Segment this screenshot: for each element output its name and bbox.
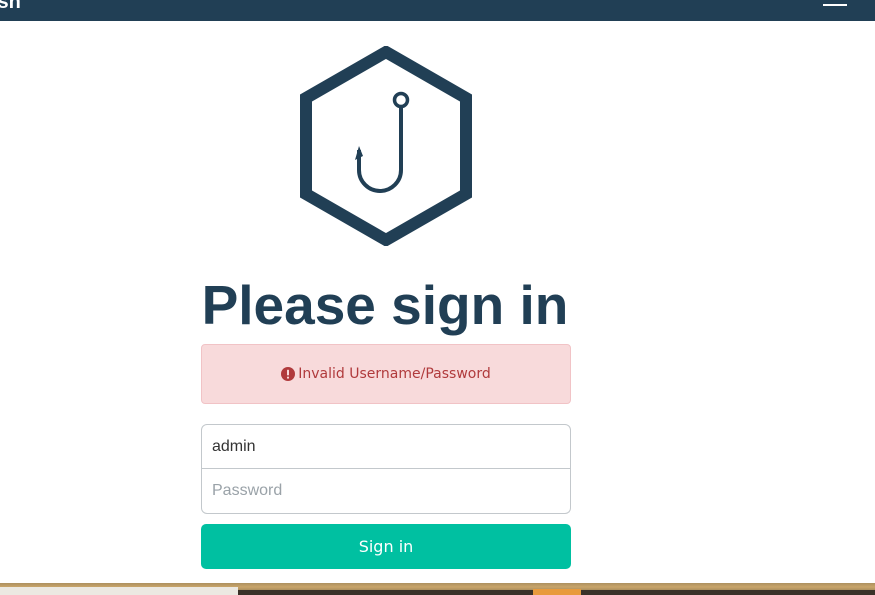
top-navbar: ish (0, 0, 875, 21)
background-strip (0, 583, 875, 595)
error-alert: Invalid Username/Password (201, 344, 571, 404)
error-message: Invalid Username/Password (298, 366, 491, 382)
page-title: Please sign in (201, 274, 569, 336)
hook-hexagon-logo (300, 46, 472, 246)
username-input[interactable] (201, 424, 571, 469)
login-form (201, 424, 571, 514)
navbar-brand[interactable]: ish (0, 0, 21, 14)
exclamation-circle-icon (281, 367, 296, 381)
password-input[interactable] (201, 469, 571, 514)
sign-in-button[interactable]: Sign in (201, 524, 571, 569)
hamburger-icon[interactable] (823, 0, 847, 6)
